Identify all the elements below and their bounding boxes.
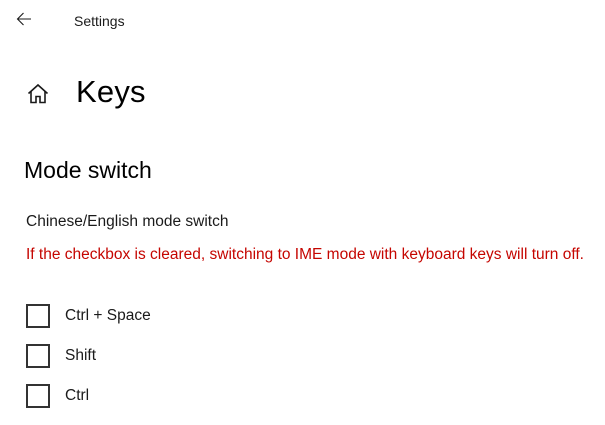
app-title: Settings	[74, 13, 125, 29]
checkbox-label: Shift	[65, 347, 97, 364]
page-title: Keys	[76, 74, 146, 109]
checkbox-ctrl[interactable]: Ctrl	[26, 383, 89, 409]
checkbox-label: Ctrl + Space	[65, 307, 151, 324]
checkbox-box[interactable]	[26, 344, 50, 368]
back-button[interactable]	[6, 2, 42, 36]
checkbox-ctrl-space[interactable]: Ctrl + Space	[26, 303, 151, 329]
warning-text: If the checkbox is cleared, switching to…	[26, 246, 584, 263]
checkbox-shift[interactable]: Shift	[26, 343, 96, 369]
home-icon[interactable]	[24, 80, 52, 108]
back-arrow-icon	[16, 12, 31, 26]
checkbox-box[interactable]	[26, 304, 50, 328]
group-label: Chinese/English mode switch	[26, 213, 229, 230]
title-bar: Settings	[0, 0, 605, 40]
checkbox-box[interactable]	[26, 384, 50, 408]
page-header: Keys	[24, 70, 146, 114]
checkbox-label: Ctrl	[65, 387, 90, 404]
section-title: Mode switch	[24, 157, 152, 183]
